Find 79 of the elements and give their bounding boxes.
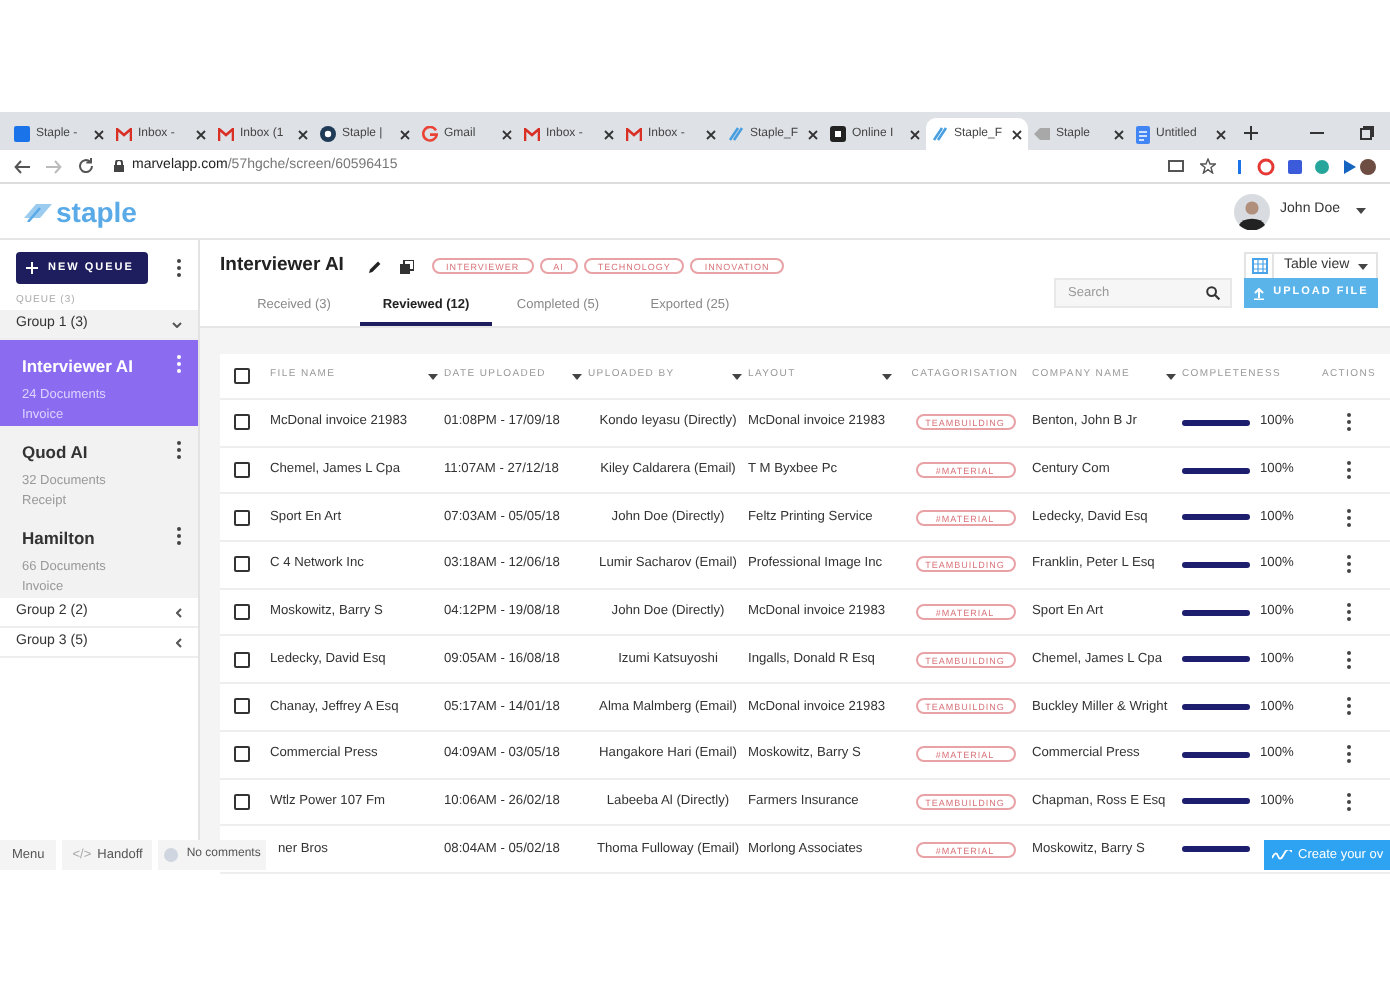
restore-icon[interactable] [1360, 126, 1374, 140]
row-checkbox[interactable] [233, 462, 249, 479]
cast-icon[interactable] [1168, 160, 1184, 172]
reload-icon[interactable] [78, 158, 94, 174]
google-icon [422, 126, 438, 142]
close-icon[interactable] [1012, 129, 1022, 139]
chevron-left-icon [176, 607, 182, 617]
row-checkbox[interactable] [233, 414, 249, 431]
mail-icon [524, 127, 540, 141]
row-checkbox[interactable] [233, 556, 249, 573]
plus-icon [26, 262, 38, 274]
circle-logo-icon [320, 126, 336, 142]
close-icon[interactable] [94, 129, 104, 139]
row-checkbox[interactable] [233, 651, 249, 668]
more-icon[interactable] [176, 440, 182, 460]
row-actions-icon[interactable] [1346, 744, 1352, 765]
row-checkbox[interactable] [233, 746, 249, 763]
tag-icon [1034, 128, 1050, 140]
row-actions-icon[interactable] [1346, 412, 1352, 433]
mail-icon [626, 127, 642, 141]
pencil-icon[interactable] [367, 259, 382, 273]
star-icon[interactable] [1200, 158, 1216, 174]
close-icon[interactable] [1114, 129, 1124, 139]
close-icon[interactable] [196, 129, 206, 139]
back-icon[interactable] [14, 159, 30, 173]
row-checkbox[interactable] [233, 604, 249, 621]
avatar[interactable] [1234, 193, 1271, 229]
sort-icon [572, 373, 582, 379]
close-icon[interactable] [706, 129, 716, 139]
close-icon[interactable] [910, 129, 920, 139]
row-actions-icon[interactable] [1346, 696, 1352, 717]
queue-name: Quod AI [22, 440, 90, 466]
staple-icon [932, 126, 948, 142]
chevron-down-icon [172, 321, 182, 327]
row-checkbox[interactable] [233, 698, 249, 715]
select-all-checkbox[interactable] [233, 368, 249, 384]
new-tab-icon[interactable] [1244, 126, 1258, 140]
copy-icon[interactable] [399, 259, 414, 273]
close-icon[interactable] [808, 129, 818, 139]
more-icon[interactable] [176, 258, 182, 278]
row-actions-icon[interactable] [1346, 602, 1352, 623]
logo-text: staple [56, 197, 137, 225]
lock-icon [114, 160, 124, 172]
chevron-left-icon [176, 637, 182, 647]
sort-icon [882, 373, 892, 379]
comment-icon [164, 848, 179, 862]
document-icon [1136, 125, 1150, 143]
queue-title: Interviewer AI [220, 251, 344, 280]
row-actions-icon[interactable] [1346, 791, 1352, 812]
close-icon[interactable] [604, 129, 614, 139]
more-icon[interactable] [176, 526, 182, 546]
sort-icon [1166, 373, 1176, 379]
row-checkbox[interactable] [233, 509, 249, 526]
square-logo-icon [830, 126, 846, 142]
upload-icon [1253, 287, 1264, 299]
caret-icon [1358, 263, 1368, 269]
logo-icon [1272, 850, 1292, 860]
queue-name: Interviewer AI [22, 354, 135, 380]
sort-icon [732, 373, 742, 379]
close-icon[interactable] [502, 129, 512, 139]
row-actions-icon[interactable] [1346, 507, 1352, 528]
mail-icon [116, 127, 132, 141]
close-icon[interactable] [298, 129, 308, 139]
user-menu-caret-icon [1356, 208, 1366, 214]
grid-icon [1251, 258, 1267, 274]
staple-icon [728, 126, 744, 142]
logo-icon [24, 201, 52, 221]
mail-icon [218, 127, 234, 141]
row-actions-icon[interactable] [1346, 649, 1352, 670]
search-icon [1206, 286, 1220, 300]
calendar-icon [14, 126, 30, 142]
extension-icons-drawing[interactable] [1232, 157, 1376, 175]
row-actions-icon[interactable] [1346, 554, 1352, 575]
sort-icon [428, 373, 438, 379]
row-checkbox[interactable] [233, 793, 249, 810]
queue-name: Hamilton [22, 526, 97, 552]
close-icon[interactable] [400, 129, 410, 139]
close-icon[interactable] [1216, 129, 1226, 139]
row-actions-icon[interactable] [1346, 460, 1352, 481]
